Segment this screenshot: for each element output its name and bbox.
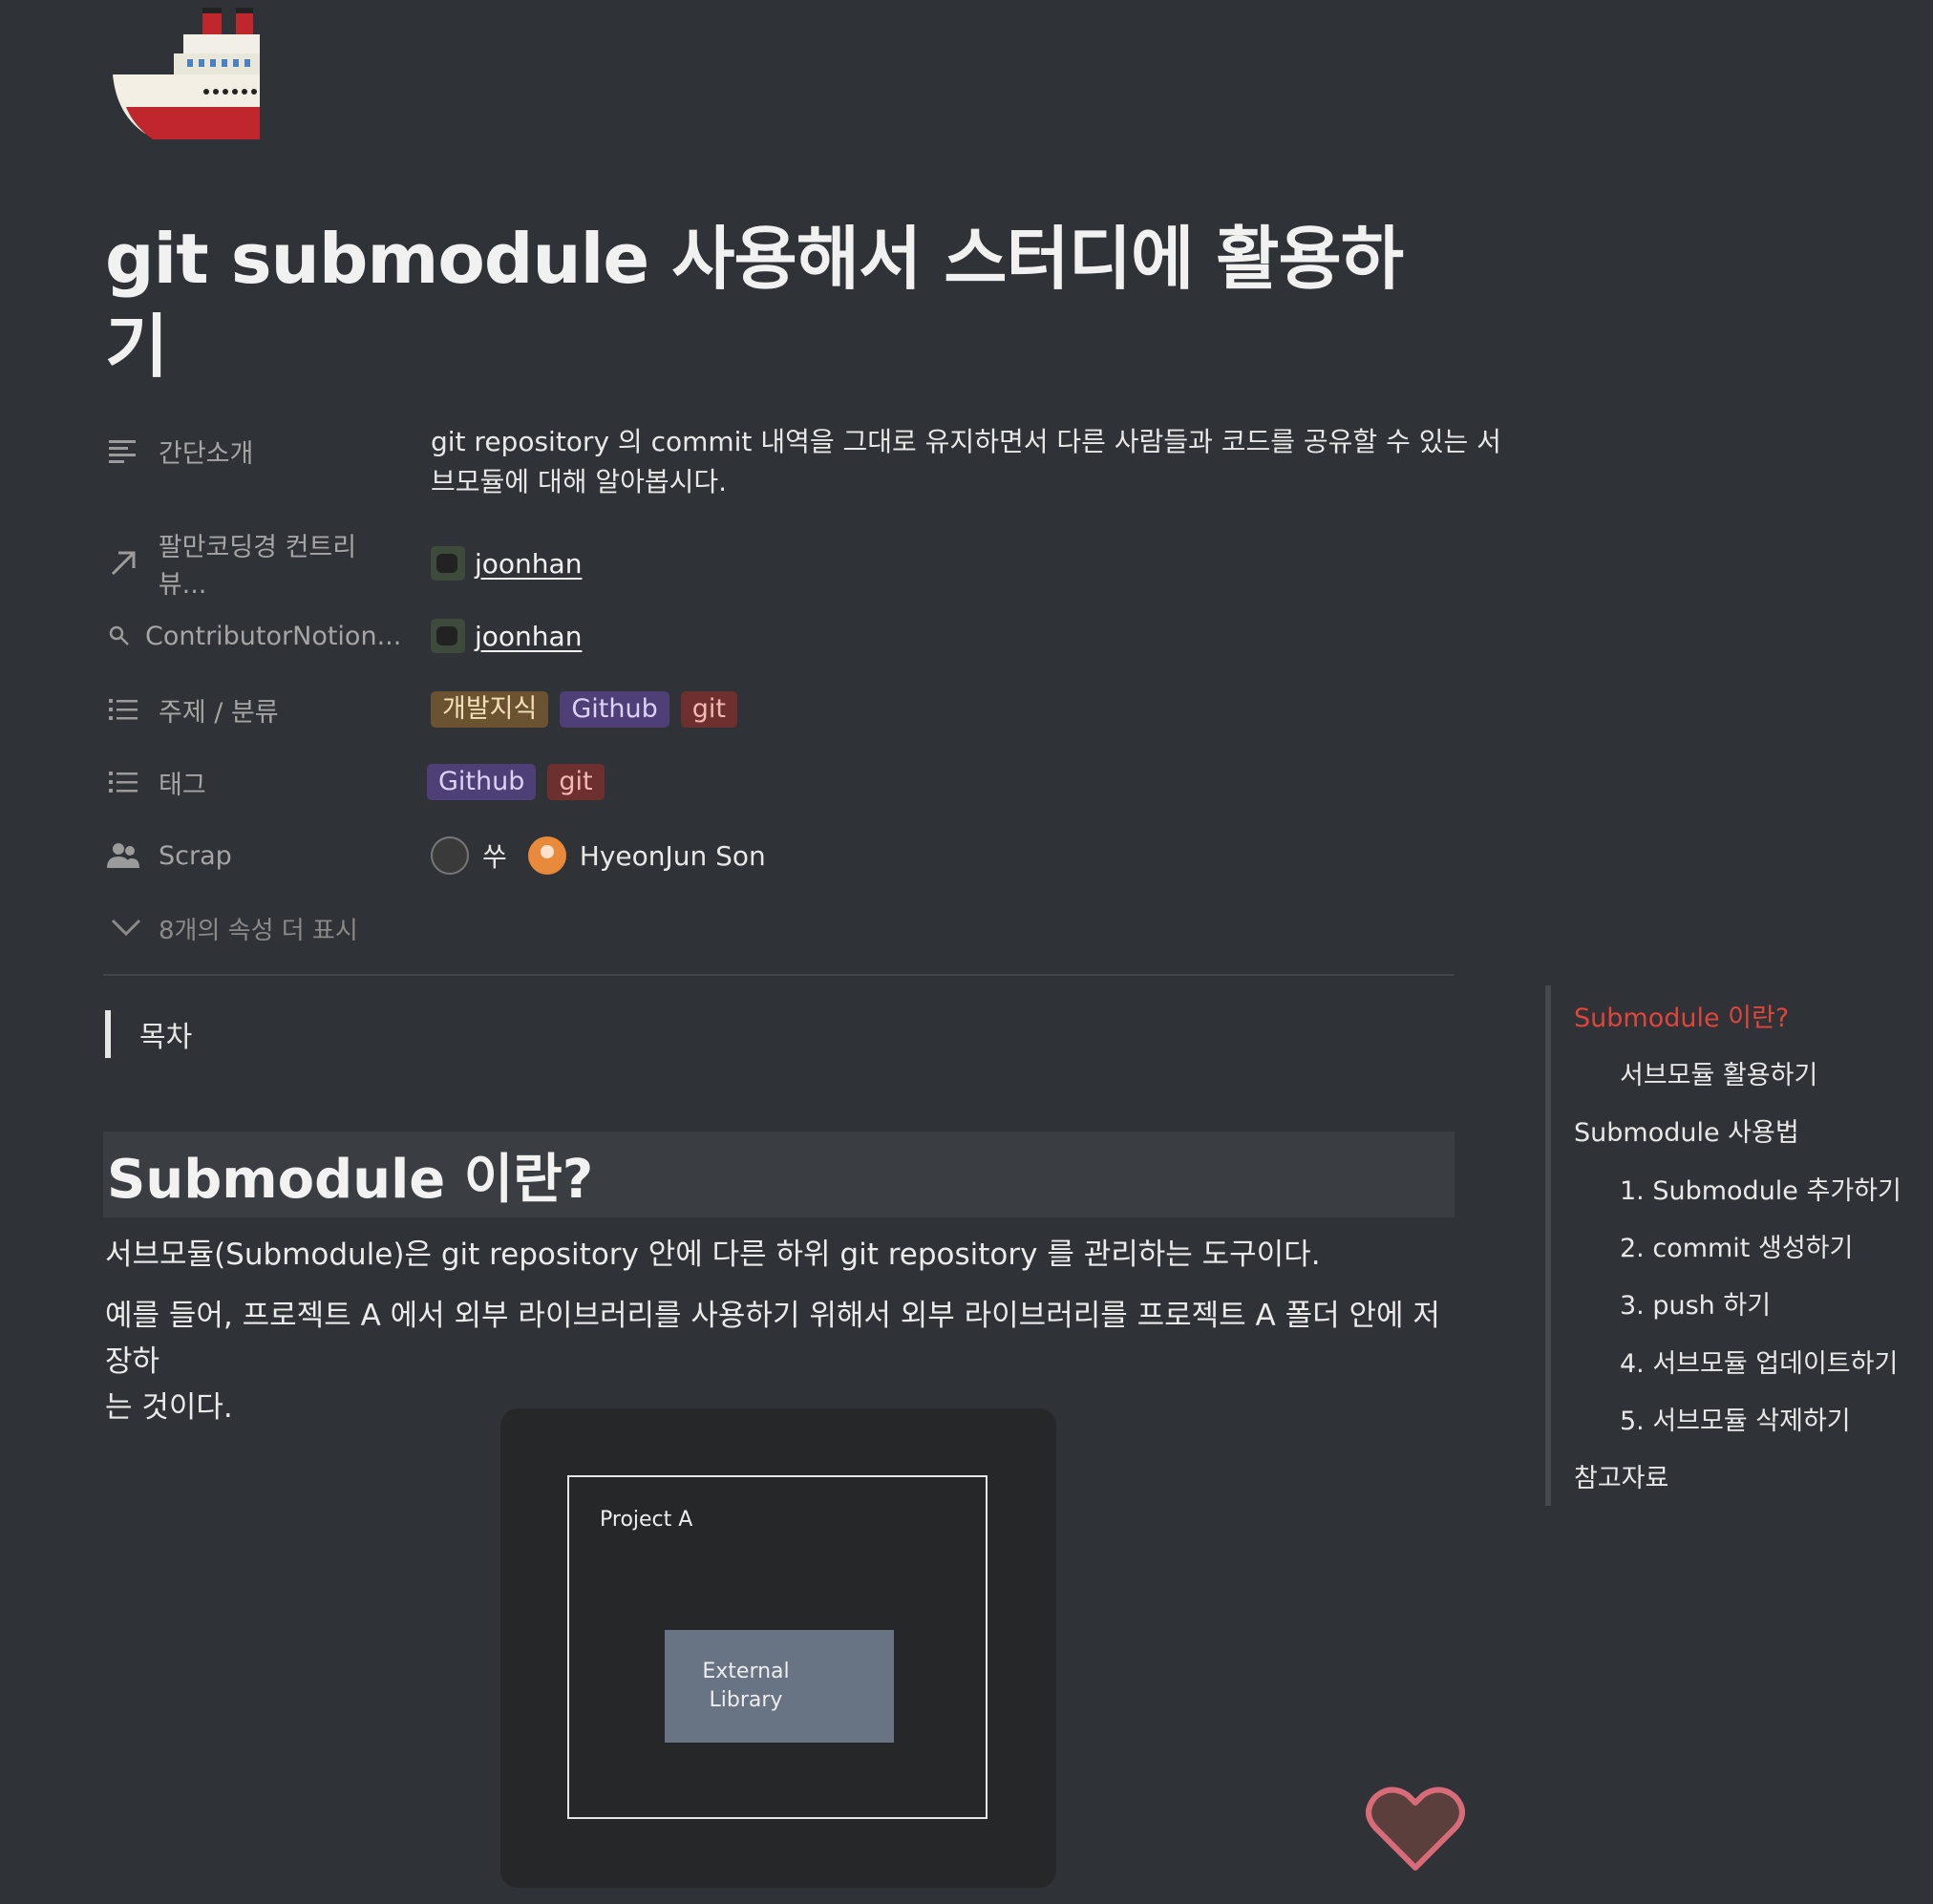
property-label: 태그: [159, 770, 206, 800]
avatar: [431, 546, 465, 581]
page-title-line2: 기: [105, 307, 168, 387]
table-of-contents: Submodule 이란? 서브모듈 활용하기 Submodule 사용법 1.…: [1545, 985, 1933, 1506]
property-row-description[interactable]: 간단소개 git repository 의 commit 내역을 그대로 유지하…: [107, 422, 1501, 508]
property-value[interactable]: joonhan: [431, 607, 1529, 665]
ship-icon[interactable]: [107, 0, 260, 143]
tag[interactable]: git: [680, 691, 737, 728]
property-row-scrap[interactable]: Scrap 쑤 HyeonJun Son: [107, 827, 1463, 884]
property-value[interactable]: joonhan: [431, 535, 1529, 592]
page-title[interactable]: git submodule 사용해서 스터디에 활용하 기: [105, 215, 1442, 391]
page-title-line1: git submodule 사용해서 스터디에 활용하: [105, 219, 1404, 299]
property-name[interactable]: ContributorNotion...: [107, 607, 403, 665]
property-label: 팔만코딩경 컨트리뷰...: [158, 533, 357, 600]
person-name[interactable]: HyeonJun Son: [580, 840, 766, 872]
property-value-description[interactable]: git repository 의 commit 내역을 그대로 유지하면서 다른…: [431, 422, 1529, 502]
search-icon: [107, 620, 132, 652]
property-label: ContributorNotion...: [145, 621, 402, 651]
tag[interactable]: Github: [427, 764, 537, 800]
property-name[interactable]: 태그: [107, 753, 403, 811]
diagram-image[interactable]: Project A External Library: [500, 1408, 1056, 1888]
list-icon: [107, 766, 139, 798]
divider: [103, 974, 1455, 976]
people-icon: [107, 839, 139, 872]
property-row-contributor[interactable]: 팔만코딩경 컨트리뷰... joonhan: [107, 533, 1463, 600]
toc-item[interactable]: Submodule 이란?: [1574, 997, 1789, 1034]
tag[interactable]: git: [547, 764, 605, 800]
property-label: Scrap: [159, 840, 232, 871]
person-name[interactable]: joonhan: [475, 548, 582, 580]
chevron-down-icon: [111, 919, 141, 938]
toc-item[interactable]: 5. 서브모듈 삭제하기: [1620, 1400, 1851, 1437]
property-name[interactable]: 간단소개: [107, 422, 403, 479]
toc-item[interactable]: 서브모듈 활용하기: [1620, 1054, 1817, 1091]
toc-item[interactable]: 2. commit 생성하기: [1620, 1227, 1853, 1264]
show-more-label: 8개의 속성 더 표시: [159, 916, 358, 945]
toc-item[interactable]: 3. push 하기: [1620, 1284, 1771, 1322]
library-label-line2: Library: [709, 1688, 783, 1712]
tag[interactable]: Github: [560, 691, 669, 728]
heart-icon[interactable]: [1366, 1784, 1465, 1875]
property-name[interactable]: 팔만코딩경 컨트리뷰...: [107, 533, 403, 600]
library-label-line1: External: [702, 1660, 790, 1683]
avatar: [431, 619, 465, 653]
project-label: Project A: [600, 1508, 693, 1532]
toc-item[interactable]: 4. 서브모듈 업데이트하기: [1620, 1343, 1898, 1380]
person-name[interactable]: joonhan: [475, 621, 582, 652]
avatar: [527, 836, 566, 875]
property-value-tags[interactable]: 개발지식 Github git: [431, 681, 1529, 738]
description-line1: git repository 의 commit 내역을 그대로 유지하면서 다른…: [431, 426, 1501, 457]
text-icon: [107, 434, 139, 467]
property-name[interactable]: 주제 / 분류: [107, 681, 403, 738]
paragraph-line1: 예를 들어, 프로젝트 A 에서 외부 라이브러리를 사용하기 위해서 외부 라…: [105, 1299, 1440, 1379]
section-heading-text: Submodule 이란?: [107, 1148, 594, 1211]
description-line2: 브모듈에 대해 알아봅시다.: [431, 466, 728, 497]
property-name[interactable]: Scrap: [107, 827, 403, 884]
property-value-tags[interactable]: Github git: [427, 753, 1525, 811]
toc-item[interactable]: 참고자료: [1574, 1457, 1668, 1494]
property-row-tags[interactable]: 태그 Github git: [107, 753, 1463, 811]
toc-item[interactable]: 1. Submodule 추가하기: [1620, 1170, 1901, 1207]
toc-callout: 목차: [105, 1010, 712, 1058]
toc-item[interactable]: Submodule 사용법: [1574, 1111, 1799, 1149]
avatar: [431, 836, 469, 875]
property-row-contributor-notion[interactable]: ContributorNotion... joonhan: [107, 607, 1463, 665]
tag[interactable]: 개발지식: [431, 691, 549, 728]
toc-callout-label: 목차: [139, 1021, 193, 1054]
show-more-properties-button[interactable]: 8개의 속성 더 표시: [111, 905, 358, 951]
list-icon: [107, 693, 139, 726]
property-label: 간단소개: [159, 438, 254, 469]
arrow-up-right-icon: [107, 547, 139, 580]
paragraph[interactable]: 서브모듈(Submodule)은 git repository 안에 다른 하위…: [105, 1232, 1461, 1278]
property-value-people[interactable]: 쑤 HyeonJun Son: [431, 827, 1529, 884]
project-box: Project A External Library: [567, 1475, 988, 1819]
library-box: External Library: [665, 1630, 894, 1743]
person-name[interactable]: 쑤: [482, 836, 507, 875]
paragraph-text: 서브모듈(Submodule)은 git repository 안에 다른 하위…: [105, 1238, 1321, 1272]
property-label: 주제 / 분류: [159, 697, 279, 728]
property-row-topic[interactable]: 주제 / 분류 개발지식 Github git: [107, 681, 1463, 738]
section-heading[interactable]: Submodule 이란?: [103, 1132, 1455, 1217]
